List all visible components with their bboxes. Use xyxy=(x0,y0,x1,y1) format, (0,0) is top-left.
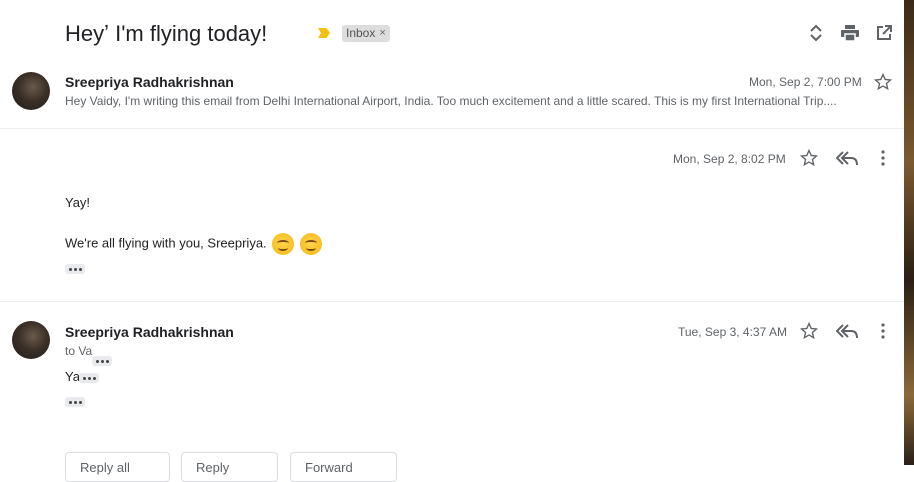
avatar xyxy=(12,321,50,359)
message-date: Tue, Sep 3, 4:37 AM xyxy=(678,325,787,339)
star-icon[interactable] xyxy=(873,72,893,92)
star-icon[interactable] xyxy=(799,321,819,341)
forward-button[interactable]: Forward xyxy=(290,452,397,482)
message-body-line: Yay! xyxy=(65,195,91,210)
reply-all-icon[interactable] xyxy=(836,148,858,168)
reply-label: Reply xyxy=(196,459,230,475)
expand-collapse-icon[interactable] xyxy=(805,22,827,44)
thread-subject: Heyʼ I'm flying today! xyxy=(65,21,268,46)
remove-label-icon[interactable]: × xyxy=(379,25,385,42)
message-divider xyxy=(0,301,904,302)
reply-all-label: Reply all xyxy=(80,459,130,475)
message-body-line: We're all flying with you, Sreepriya. xyxy=(65,233,322,255)
reply-all-button[interactable]: Reply all xyxy=(65,452,170,482)
show-trimmed-content-button[interactable] xyxy=(79,373,99,383)
inbox-label-chip[interactable]: Inbox × xyxy=(342,25,390,42)
print-icon[interactable] xyxy=(839,22,861,44)
more-options-icon[interactable] xyxy=(873,148,893,168)
message-date: Mon, Sep 2, 8:02 PM xyxy=(673,152,786,166)
message-snippet: Hey Vaidy, I'm writing this email from D… xyxy=(65,94,837,108)
message-divider xyxy=(0,128,904,129)
background-window-edge xyxy=(904,0,914,465)
smiling-face-emoji-icon xyxy=(272,233,295,255)
sender-name: Sreepriya Radhakrishnan xyxy=(65,74,234,90)
thread-header: Heyʼ I'm flying today! Inbox × xyxy=(0,0,904,66)
recipient-line[interactable]: to Va xyxy=(65,344,92,358)
message-body-line: Ya xyxy=(65,369,80,384)
reply-button[interactable]: Reply xyxy=(181,452,278,482)
smiling-face-emoji-icon xyxy=(299,233,322,255)
importance-marker-icon[interactable] xyxy=(318,28,330,38)
obscured-sender-area xyxy=(0,130,340,160)
message-date: Mon, Sep 2, 7:00 PM xyxy=(749,75,862,89)
star-icon[interactable] xyxy=(799,148,819,168)
avatar xyxy=(12,72,50,110)
forward-label: Forward xyxy=(305,459,353,475)
reply-all-icon[interactable] xyxy=(836,321,858,341)
open-in-new-window-icon[interactable] xyxy=(873,22,895,44)
inbox-label-text: Inbox xyxy=(346,26,376,40)
more-options-icon[interactable] xyxy=(873,321,893,341)
message-body-text: We're all flying with you, Sreepriya. xyxy=(65,235,267,251)
show-trimmed-content-button[interactable] xyxy=(65,264,85,274)
recipient-details-button[interactable] xyxy=(92,356,112,366)
sender-name: Sreepriya Radhakrishnan xyxy=(65,324,234,340)
show-trimmed-content-button[interactable] xyxy=(65,397,85,407)
